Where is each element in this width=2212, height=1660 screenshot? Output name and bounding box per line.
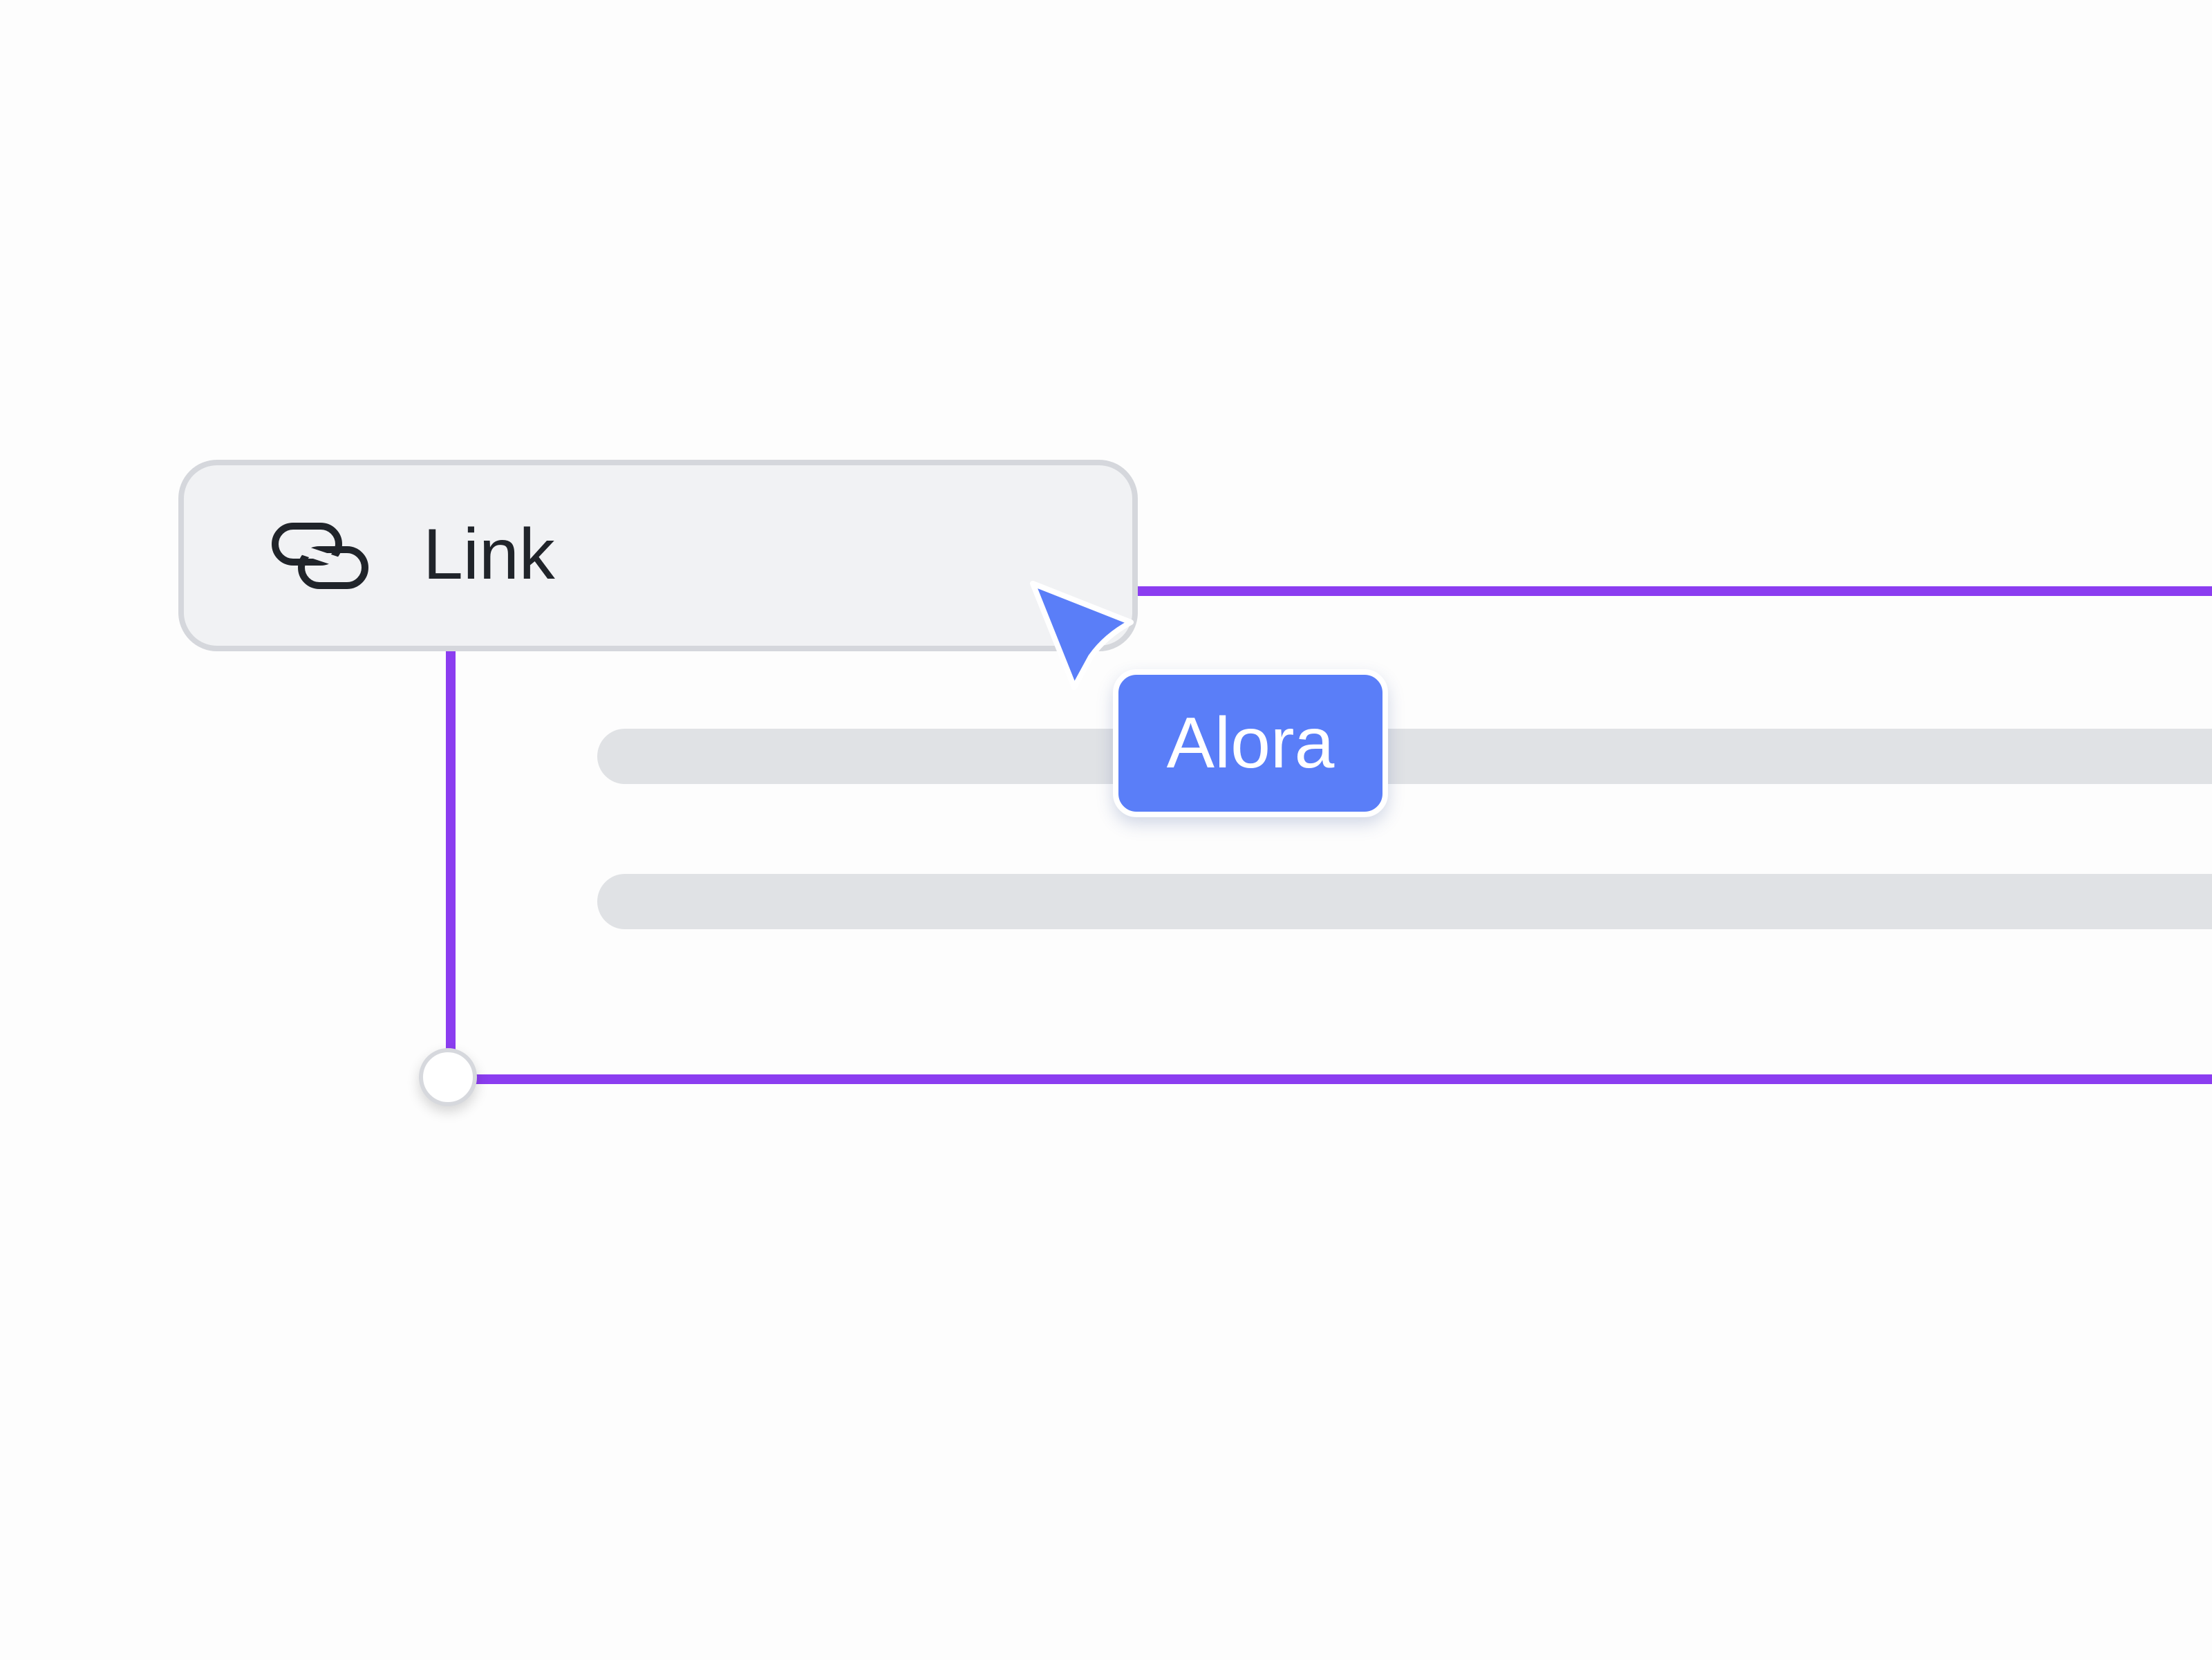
canvas: Link Alora bbox=[0, 0, 2212, 1660]
collaborator-badge: Alora bbox=[1113, 669, 1388, 817]
resize-handle[interactable] bbox=[419, 1048, 477, 1106]
selection-frame-left bbox=[446, 647, 456, 1058]
selection-frame-bottom bbox=[448, 1074, 2212, 1084]
selection-frame-top bbox=[1138, 586, 2212, 596]
link-block-button[interactable]: Link bbox=[178, 460, 1138, 651]
link-icon bbox=[272, 523, 368, 589]
content-placeholder-line bbox=[597, 729, 2212, 784]
content-placeholder-line bbox=[597, 874, 2212, 929]
link-block-label: Link bbox=[423, 514, 555, 595]
collaborator-name: Alora bbox=[1166, 703, 1335, 783]
